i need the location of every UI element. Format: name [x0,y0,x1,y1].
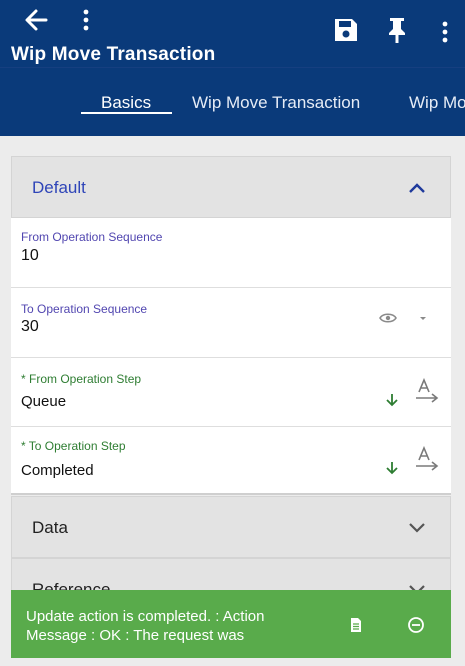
section-data-header[interactable]: Data [11,496,451,558]
app-bar: Wip Move Transaction [0,0,465,67]
to-operation-sequence-field[interactable]: To Operation Sequence 30 [11,288,451,358]
section-default-header[interactable]: Default [11,156,451,218]
field-value: 30 [21,318,39,335]
page-title: Wip Move Transaction [11,44,216,65]
more-vert-icon[interactable] [78,8,94,32]
field-value: Queue [21,393,67,410]
document-icon[interactable] [348,617,364,633]
tab-wip-move-transaction[interactable]: Wip Move Transaction [192,93,360,113]
field-label: * From Operation Step [21,372,142,386]
field-label: From Operation Sequence [21,230,163,244]
active-tab-indicator [81,112,172,114]
eye-icon[interactable] [379,312,397,324]
toast-notification: Update action is completed. : Action Mes… [11,590,451,658]
pin-icon[interactable] [384,16,410,44]
toast-message: Update action is completed. : Action Mes… [26,608,265,644]
tab-basics[interactable]: Basics [101,93,151,113]
text-format-icon[interactable] [415,378,439,404]
tab-wip-move-transaction-details[interactable]: Wip Move Transaction Details [409,93,465,113]
dismiss-icon[interactable] [407,616,425,634]
back-arrow-icon[interactable] [22,6,52,34]
save-icon[interactable] [332,16,360,44]
more-vert-icon[interactable] [437,20,453,44]
field-label: To Operation Sequence [21,302,148,316]
field-value: 10 [21,247,39,264]
arrow-down-icon[interactable] [385,393,399,407]
from-operation-step-field[interactable]: * From Operation Step Queue [11,358,451,427]
chevron-up-icon[interactable] [408,182,426,194]
dropdown-caret-icon[interactable] [418,316,428,322]
from-operation-sequence-field[interactable]: From Operation Sequence 10 [11,218,451,288]
tab-bar: Basics Wip Move Transaction Wip Move Tra… [0,67,465,136]
section-data-title: Data [32,518,68,537]
chevron-down-icon[interactable] [408,522,426,534]
arrow-down-icon[interactable] [385,461,399,475]
field-value: Completed [21,462,94,479]
text-format-icon[interactable] [415,446,439,472]
to-operation-step-field[interactable]: * To Operation Step Completed [11,427,451,495]
field-label: * To Operation Step [21,439,126,453]
section-default-title: Default [32,178,86,197]
